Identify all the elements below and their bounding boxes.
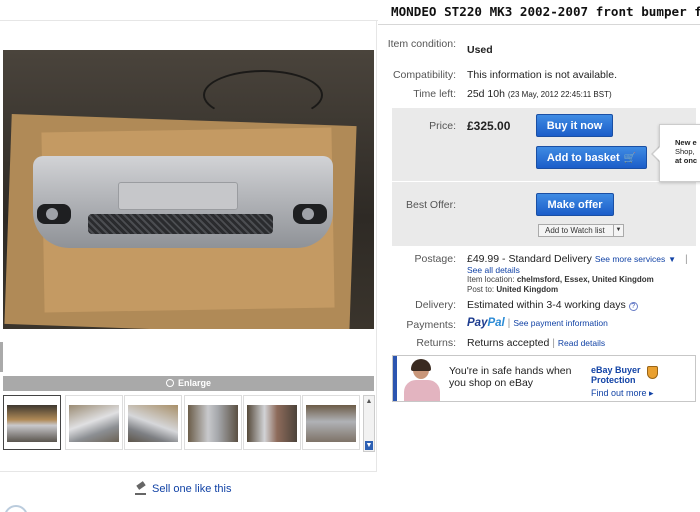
thumbnail-2[interactable]: [65, 395, 123, 450]
buyer-protection-banner: You're in safe hands when you shop on eB…: [392, 355, 696, 402]
postage-details: £49.99 - Standard Delivery See more serv…: [467, 253, 688, 294]
compatibility-label: Compatibility:: [392, 69, 456, 81]
main-product-photo[interactable]: [3, 50, 374, 329]
postage-price: £49.99: [467, 253, 500, 265]
delivery-value: Estimated within 3-4 working days ?: [467, 299, 638, 311]
thumbnail-1[interactable]: [3, 395, 61, 450]
add-to-basket-button[interactable]: Add to basket 🛒: [536, 146, 647, 169]
gavel-icon: [133, 482, 147, 496]
shield-icon: [647, 366, 658, 379]
payments-value: PayPal | See payment information: [467, 317, 608, 329]
thumbnail-5[interactable]: [243, 395, 301, 450]
person-illustration: [402, 359, 442, 401]
make-offer-button[interactable]: Make offer: [536, 193, 614, 216]
divider: [378, 24, 700, 25]
enlarge-button[interactable]: Enlarge: [3, 376, 374, 391]
tooltip-popup: New e Shop, at onc: [659, 124, 700, 182]
find-out-more-link[interactable]: Find out more ▸: [591, 388, 654, 399]
image-gallery: Enlarge ▲ ▼ Sell one like this: [0, 0, 378, 512]
chevron-down-icon[interactable]: ▼: [668, 255, 676, 264]
item-condition-value: Used: [467, 44, 493, 56]
sell-one-like-this-link[interactable]: Sell one like this: [133, 482, 232, 496]
delivery-label: Delivery:: [415, 299, 456, 311]
thumbnail-4[interactable]: [184, 395, 242, 450]
returns-label: Returns:: [416, 337, 456, 349]
postage-label: Postage:: [414, 253, 456, 265]
thumbnail-scrollbar[interactable]: ▲ ▼: [363, 395, 375, 452]
price-value: £325.00: [467, 119, 511, 133]
buy-it-now-button[interactable]: Buy it now: [536, 114, 613, 137]
item-location: chelmsford, Essex, United Kingdom: [516, 275, 654, 284]
decorative-strip: [0, 342, 3, 372]
cart-icon: 🛒: [623, 153, 637, 164]
enlarge-label: Enlarge: [177, 378, 211, 388]
avatar: [4, 505, 28, 512]
see-more-services-link[interactable]: See more services: [595, 254, 665, 264]
info-icon[interactable]: ?: [628, 302, 638, 311]
dropdown-arrow-icon[interactable]: ▼: [613, 225, 623, 236]
bumper-image: [33, 156, 333, 248]
divider: [392, 181, 696, 182]
divider: [376, 20, 377, 472]
price-label: Price:: [429, 120, 456, 132]
time-left-value: 25d 10h (23 May, 2012 22:45:11 BST): [467, 88, 612, 100]
paypal-logo: PayPal: [467, 317, 505, 329]
buyer-protection-text: You're in safe hands when you shop on eB…: [449, 365, 572, 389]
thumbnail-3[interactable]: [124, 395, 182, 450]
magnifier-icon: [165, 379, 174, 387]
scroll-up-icon[interactable]: ▲: [365, 397, 373, 406]
post-to: United Kingdom: [496, 285, 559, 294]
scroll-down-icon[interactable]: ▼: [365, 441, 373, 450]
purchase-panel: Price: £325.00 Buy it now Add to basket 🛒…: [392, 108, 696, 246]
see-all-details-link[interactable]: See all details: [467, 265, 688, 275]
returns-value: Returns accepted | Read details: [467, 337, 606, 349]
payments-label: Payments:: [406, 319, 456, 331]
divider: [0, 20, 378, 21]
see-payment-information-link[interactable]: See payment information: [513, 318, 608, 328]
time-left-label: Time left:: [413, 88, 456, 100]
best-offer-label: Best Offer:: [406, 199, 456, 211]
thumbnail-6[interactable]: [302, 395, 360, 450]
compatibility-value: This information is not available.: [467, 69, 617, 81]
item-condition-label: Item condition:: [387, 38, 456, 50]
time-left-detail: (23 May, 2012 22:45:11 BST): [507, 90, 612, 99]
read-details-link[interactable]: Read details: [558, 338, 605, 348]
thumbnail-strip: [3, 395, 361, 452]
add-to-watch-list-button[interactable]: Add to Watch list ▼: [538, 224, 624, 237]
item-title: MONDEO ST220 MK3 2002-2007 front bumper …: [391, 4, 700, 19]
divider: [0, 471, 376, 472]
